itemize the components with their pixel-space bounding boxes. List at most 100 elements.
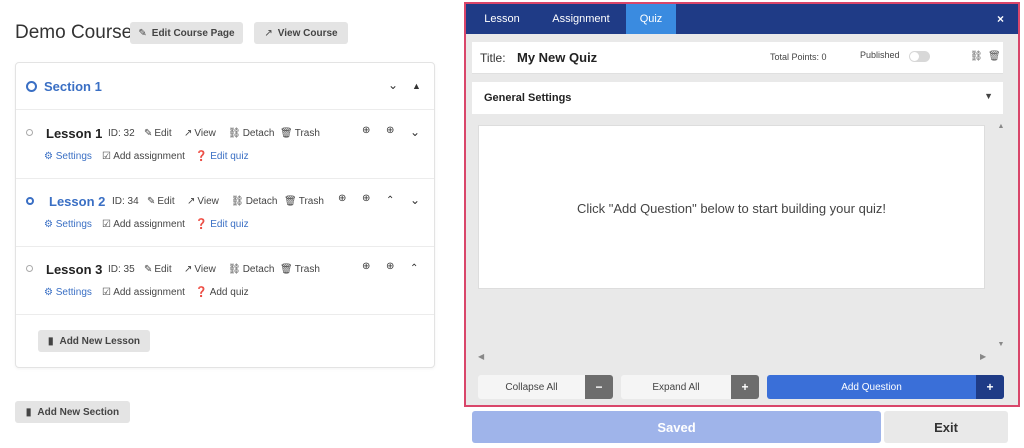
add-question-button[interactable]: Add Question + — [767, 375, 1004, 399]
add-question-label: Add Question — [841, 381, 902, 393]
scroll-down-icon[interactable]: ▼ — [996, 341, 1006, 348]
lesson-detach-link[interactable]: ⛓ Detach — [228, 264, 274, 275]
lesson-edit-link[interactable]: ✎ Edit — [144, 128, 172, 139]
lesson-settings-link[interactable]: ⚙ Settings — [44, 287, 92, 298]
published-toggle[interactable] — [909, 51, 930, 62]
chevron-down-icon[interactable]: ⌄ — [388, 78, 398, 92]
lesson-title[interactable]: Lesson 1 — [46, 126, 102, 141]
trash-icon: 🗑 — [284, 196, 297, 207]
document-icon: ▮ — [47, 335, 54, 347]
quiz-editor-panel: Lesson Assignment Quiz × Title: My New Q… — [463, 0, 1024, 448]
lesson-title[interactable]: Lesson 3 — [46, 262, 102, 277]
lesson-id: ID: 34 — [112, 196, 139, 207]
add-assignment-link[interactable]: ☑ Add assignment — [102, 151, 185, 162]
editor-tabbar: Lesson Assignment Quiz × — [466, 4, 1018, 34]
lesson-view-link[interactable]: ↗ View — [184, 264, 216, 275]
lesson-settings-link[interactable]: ⚙ Settings — [44, 151, 92, 162]
collapse-all-button[interactable]: Collapse All − — [478, 375, 613, 399]
add-quiz-link[interactable]: ❓ Add quiz — [195, 287, 249, 298]
add-assignment-link[interactable]: ☑ Add assignment — [102, 219, 185, 230]
lesson-trash-link[interactable]: 🗑 Trash — [280, 264, 320, 275]
scroll-left-icon[interactable]: ◀ — [478, 352, 484, 361]
saved-button[interactable]: Saved — [472, 411, 881, 443]
trash-icon[interactable]: 🗑 — [988, 51, 1001, 62]
external-link-icon: ↗ — [187, 196, 196, 207]
section-header: Section 1 ⌄ ▲ — [16, 63, 434, 110]
add-new-lesson-label: Add New Lesson — [59, 335, 141, 347]
add-new-section-label: Add New Section — [37, 406, 120, 418]
close-icon[interactable]: × — [997, 12, 1004, 26]
chevron-up-icon[interactable]: ⌃ — [386, 195, 394, 206]
lesson-detach-link[interactable]: ⛓ Detach — [231, 196, 277, 207]
lesson-settings-link[interactable]: ⚙ Settings — [44, 219, 92, 230]
empty-state-message: Click "Add Question" below to start buil… — [576, 201, 887, 216]
tab-lesson[interactable]: Lesson — [476, 4, 528, 34]
add-new-lesson-button[interactable]: ▮ Add New Lesson — [38, 330, 150, 352]
lesson-trash-link[interactable]: 🗑 Trash — [280, 128, 320, 139]
plus-circle-icon: + — [731, 375, 759, 399]
edit-icon: ✎ — [144, 128, 153, 139]
tab-quiz[interactable]: Quiz — [626, 4, 676, 34]
course-title: Demo Course — [15, 22, 133, 43]
chevron-up-icon[interactable]: ⌃ — [410, 263, 418, 274]
view-course-label: View Course — [277, 27, 338, 39]
move-down-circle-icon[interactable]: ⊕ — [386, 125, 394, 136]
move-up-circle-icon[interactable]: ⊕ — [362, 125, 370, 136]
lesson-view-link[interactable]: ↗ View — [187, 196, 219, 207]
checkbox-icon: ☑ — [102, 151, 111, 162]
edit-quiz-link[interactable]: ❓ Edit quiz — [195, 219, 249, 230]
move-down-circle-icon[interactable]: ⊕ — [362, 193, 370, 204]
gear-icon: ⚙ — [44, 219, 53, 230]
document-icon: ▮ — [25, 406, 32, 418]
lesson-title[interactable]: Lesson 2 — [49, 194, 105, 209]
caret-up-icon[interactable]: ▲ — [412, 81, 421, 91]
move-down-circle-icon[interactable]: ⊕ — [386, 261, 394, 272]
section-card: Section 1 ⌄ ▲ Lesson 1 ID: 32 ✎ Edit ↗ Vie… — [15, 62, 435, 368]
section-title[interactable]: Section 1 — [44, 79, 102, 94]
lesson-status-icon — [26, 129, 33, 136]
lesson-edit-link[interactable]: ✎ Edit — [147, 196, 175, 207]
trash-icon: 🗑 — [280, 128, 293, 139]
unlink-icon[interactable]: ⛓ — [970, 51, 983, 62]
external-link-icon: ↗ — [184, 264, 193, 275]
lesson-status-icon — [26, 197, 34, 205]
quiz-title-input[interactable]: My New Quiz — [517, 50, 597, 65]
editor-frame: Lesson Assignment Quiz × Title: My New Q… — [464, 2, 1020, 407]
edit-course-page-button[interactable]: ✎ Edit Course Page — [130, 22, 243, 44]
lesson-edit-link[interactable]: ✎ Edit — [144, 264, 172, 275]
checkbox-icon: ☑ — [102, 219, 111, 230]
course-builder-panel: Demo Course ✎ Edit Course Page ↗ View Co… — [0, 0, 462, 448]
expand-all-button[interactable]: Expand All + — [621, 375, 759, 399]
chevron-down-icon[interactable]: ⌄ — [410, 125, 420, 139]
general-settings-row[interactable]: General Settings ▼ — [472, 82, 1003, 114]
edit-quiz-link[interactable]: ❓ Edit quiz — [195, 151, 249, 162]
lesson-view-link[interactable]: ↗ View — [184, 128, 216, 139]
add-assignment-link[interactable]: ☑ Add assignment — [102, 287, 185, 298]
exit-button[interactable]: Exit — [884, 411, 1008, 443]
move-up-circle-icon[interactable]: ⊕ — [338, 193, 346, 204]
vertical-scrollbar[interactable]: ▲ ▼ — [996, 123, 1006, 350]
view-course-button[interactable]: ↗ View Course — [254, 22, 348, 44]
caret-down-icon[interactable]: ▼ — [984, 91, 993, 101]
lesson-trash-link[interactable]: 🗑 Trash — [284, 196, 324, 207]
question-circle-icon: ❓ — [195, 287, 208, 298]
gear-icon: ⚙ — [44, 151, 53, 162]
move-up-circle-icon[interactable]: ⊕ — [362, 261, 370, 272]
scroll-up-icon[interactable]: ▲ — [996, 123, 1006, 130]
quiz-title-row: Title: My New Quiz Total Points: 0 Publi… — [472, 42, 1003, 74]
horizontal-scrollbar[interactable]: ◀ ▶ — [478, 352, 990, 362]
gear-icon: ⚙ — [44, 287, 53, 298]
tab-assignment[interactable]: Assignment — [541, 4, 621, 34]
lesson-detach-link[interactable]: ⛓ Detach — [228, 128, 274, 139]
checkbox-icon: ☑ — [102, 287, 111, 298]
chevron-down-icon[interactable]: ⌄ — [410, 193, 420, 207]
expand-all-label: Expand All — [652, 381, 700, 393]
collapse-all-label: Collapse All — [505, 381, 558, 393]
external-link-icon: ↗ — [184, 128, 193, 139]
unlink-icon: ⛓ — [228, 128, 241, 139]
scroll-right-icon[interactable]: ▶ — [980, 352, 986, 361]
external-edit-icon: ✎ — [138, 27, 147, 39]
trash-icon: 🗑 — [280, 264, 293, 275]
add-new-section-button[interactable]: ▮ Add New Section — [15, 401, 130, 423]
section-status-icon — [26, 81, 37, 92]
